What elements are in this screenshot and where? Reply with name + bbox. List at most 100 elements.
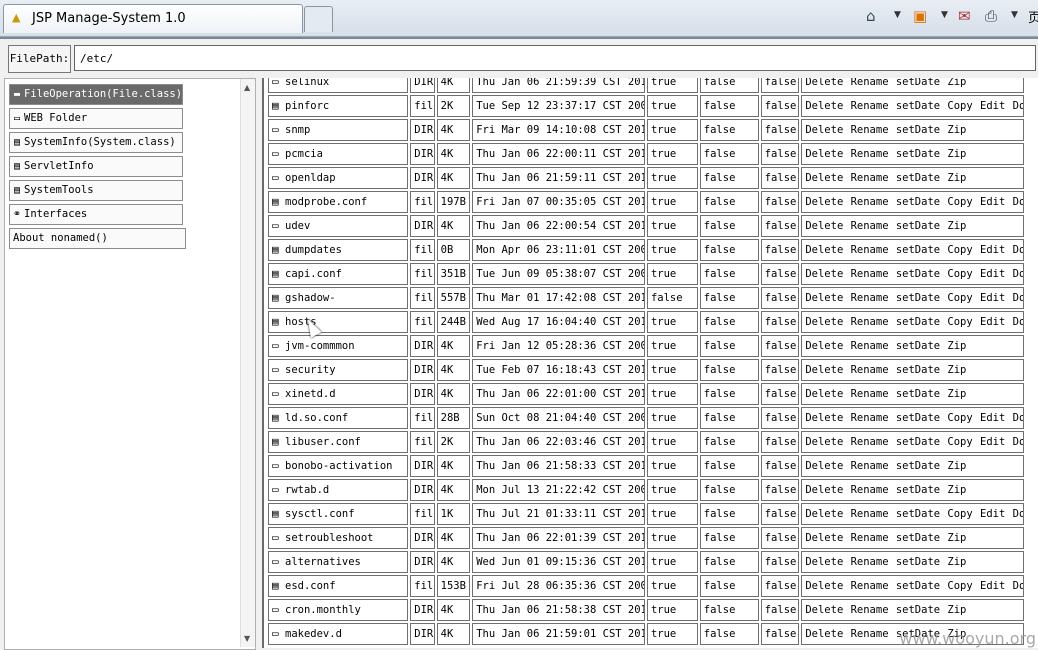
document-icon: ▤ <box>13 161 21 172</box>
file-name[interactable]: gshadow- <box>285 292 336 304</box>
cell-name[interactable]: ▭ security <box>268 359 409 381</box>
home-dropdown-icon[interactable]: ▼ <box>894 10 901 20</box>
sidebar-item-0[interactable]: ▬ FileOperation(File.class) <box>9 84 183 105</box>
cell-name[interactable]: ▤ esd.conf <box>268 575 409 597</box>
cell-actions[interactable]: Delete Rename setDate Copy Edit Down <box>801 407 1024 429</box>
scroll-up-icon[interactable]: ▲ <box>244 83 250 92</box>
file-name[interactable]: xinetd.d <box>285 388 336 400</box>
cell-actions[interactable]: Delete Rename setDate Copy Edit Down <box>801 575 1024 597</box>
file-name[interactable]: alternatives <box>285 556 361 568</box>
file-name[interactable]: setroubleshoot <box>285 532 374 544</box>
cell-name[interactable]: ▭ alternatives <box>268 551 409 573</box>
cell-name[interactable]: ▭ cron.monthly <box>268 599 409 621</box>
cell-actions[interactable]: Delete Rename setDate Zip <box>801 119 1024 141</box>
cell-actions[interactable]: Delete Rename setDate Copy Edit Down <box>801 239 1024 261</box>
file-name[interactable]: snmp <box>285 124 310 136</box>
cell-name[interactable]: ▤ capi.conf <box>268 263 409 285</box>
browser-tab[interactable]: ▲ JSP Manage-System 1.0 <box>3 4 303 33</box>
cell-name[interactable]: ▭ selinux <box>268 78 409 93</box>
cell-name[interactable]: ▤ libuser.conf <box>268 431 409 453</box>
cell-name[interactable]: ▭ udev <box>268 215 409 237</box>
cell-c3: false <box>760 167 800 189</box>
cell-name[interactable]: ▭ xinetd.d <box>268 383 409 405</box>
sidebar-item-3[interactable]: ▤ ServletInfo <box>9 156 183 177</box>
cell-actions[interactable]: Delete Rename setDate Copy Edit Down <box>801 287 1024 309</box>
sidebar-scrollbar[interactable]: ▲ ▼ <box>240 79 255 647</box>
cell-name[interactable]: ▭ bonobo-activation <box>268 455 409 477</box>
cell-actions[interactable]: Delete Rename setDate Zip <box>801 479 1024 501</box>
filepath-input[interactable] <box>74 45 1036 71</box>
cell-type: DIR <box>410 167 435 189</box>
cell-actions[interactable]: Delete Rename setDate Copy Edit Down <box>801 191 1024 213</box>
sidebar-item-6[interactable]: About nonamed() <box>9 228 186 249</box>
cell-name[interactable]: ▤ sysctl.conf <box>268 503 409 525</box>
sidebar-item-5[interactable]: ⚭ Interfaces <box>9 204 183 225</box>
cell-c1: true <box>646 215 698 237</box>
file-name[interactable]: bonobo-activation <box>285 460 392 472</box>
cell-actions[interactable]: Delete Rename setDate Zip <box>801 527 1024 549</box>
print-icon[interactable]: ⎙ <box>985 7 997 25</box>
file-name[interactable]: pinforc <box>285 100 329 112</box>
file-name[interactable]: rwtab.d <box>285 484 329 496</box>
print-dropdown-icon[interactable]: ▼ <box>1011 10 1018 20</box>
home-icon[interactable]: ⌂ <box>866 7 876 25</box>
file-name[interactable]: jvm-commmon <box>285 340 355 352</box>
mail-icon[interactable]: ✉ <box>958 7 971 25</box>
file-name[interactable]: dumpdates <box>285 244 342 256</box>
sidebar-item-4[interactable]: ▤ SystemTools <box>9 180 183 201</box>
cell-actions[interactable]: Delete Rename setDate Copy Edit Down <box>801 431 1024 453</box>
cell-actions[interactable]: Delete Rename setDate Zip <box>801 143 1024 165</box>
cell-actions[interactable]: Delete Rename setDate Zip <box>801 359 1024 381</box>
rss-feed-icon[interactable]: ▣ <box>913 7 927 25</box>
file-name[interactable]: openldap <box>285 172 336 184</box>
cell-name[interactable]: ▤ dumpdates <box>268 239 409 261</box>
scroll-down-icon[interactable]: ▼ <box>244 634 250 643</box>
cell-actions[interactable]: Delete Rename setDate Zip <box>801 455 1024 477</box>
file-name[interactable]: modprobe.conf <box>285 196 367 208</box>
cell-name[interactable]: ▭ jvm-commmon <box>268 335 409 357</box>
cell-actions[interactable]: Delete Rename setDate Zip <box>801 599 1024 621</box>
file-name[interactable]: pcmcia <box>285 148 323 160</box>
sidebar-item-1[interactable]: ▭ WEB Folder <box>9 108 183 129</box>
cell-size: 4K <box>436 167 471 189</box>
cell-name[interactable]: ▤ ld.so.conf <box>268 407 409 429</box>
file-name[interactable]: selinux <box>285 78 329 88</box>
file-name[interactable]: sysctl.conf <box>285 508 355 520</box>
cell-actions[interactable]: Delete Rename setDate Copy Edit Down <box>801 503 1024 525</box>
cell-name[interactable]: ▭ rwtab.d <box>268 479 409 501</box>
file-name[interactable]: libuser.conf <box>285 436 361 448</box>
cell-name[interactable]: ▭ makedev.d <box>268 623 409 645</box>
rss-dropdown-icon[interactable]: ▼ <box>941 10 948 20</box>
page-menu-button[interactable]: 页 <box>1028 7 1038 26</box>
cell-name[interactable]: ▤ pinforc <box>268 95 409 117</box>
file-name[interactable]: makedev.d <box>285 628 342 640</box>
file-name[interactable]: udev <box>285 220 310 232</box>
cell-actions[interactable]: Delete Rename setDate Copy Edit Down <box>801 263 1024 285</box>
sidebar-item-2[interactable]: ▤ SystemInfo(System.class) <box>9 132 183 153</box>
cell-c3: false <box>760 431 800 453</box>
cell-name[interactable]: ▭ snmp <box>268 119 409 141</box>
cell-size: 4K <box>436 551 471 573</box>
cell-actions[interactable]: Delete Rename setDate Zip <box>801 167 1024 189</box>
cell-name[interactable]: ▤ modprobe.conf <box>268 191 409 213</box>
cell-actions[interactable]: Delete Rename setDate Zip <box>801 551 1024 573</box>
cell-name[interactable]: ▤ hosts <box>268 311 409 333</box>
file-name[interactable]: ld.so.conf <box>285 412 348 424</box>
cell-c1: true <box>646 383 698 405</box>
cell-actions[interactable]: Delete Rename setDate Zip <box>801 383 1024 405</box>
cell-name[interactable]: ▭ pcmcia <box>268 143 409 165</box>
cell-c2: false <box>699 167 759 189</box>
cell-actions[interactable]: Delete Rename setDate Copy Edit Down <box>801 311 1024 333</box>
cell-name[interactable]: ▤ gshadow- <box>268 287 409 309</box>
file-name[interactable]: security <box>285 364 336 376</box>
file-name[interactable]: cron.monthly <box>285 604 361 616</box>
cell-actions[interactable]: Delete Rename setDate Zip <box>801 78 1024 93</box>
cell-actions[interactable]: Delete Rename setDate Zip <box>801 215 1024 237</box>
cell-name[interactable]: ▭ setroubleshoot <box>268 527 409 549</box>
cell-actions[interactable]: Delete Rename setDate Copy Edit Down <box>801 95 1024 117</box>
cell-name[interactable]: ▭ openldap <box>268 167 409 189</box>
new-tab-button[interactable] <box>304 6 333 32</box>
file-name[interactable]: capi.conf <box>285 268 342 280</box>
cell-actions[interactable]: Delete Rename setDate Zip <box>801 335 1024 357</box>
file-name[interactable]: esd.conf <box>285 580 336 592</box>
